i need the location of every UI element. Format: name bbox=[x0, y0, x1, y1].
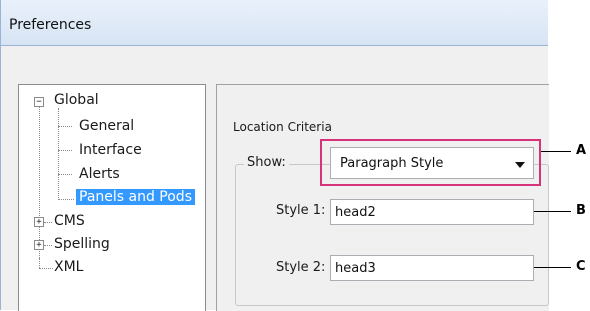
tree-connector bbox=[58, 199, 74, 200]
tree-connector bbox=[39, 106, 40, 258]
show-label: Show: bbox=[244, 155, 289, 170]
section-title: Location Criteria bbox=[233, 120, 332, 134]
tree-connector bbox=[44, 245, 52, 246]
tree-item-panels-and-pods[interactable]: Panels and Pods bbox=[76, 189, 195, 205]
tree-connector bbox=[44, 222, 52, 223]
tree-item-global[interactable]: Global bbox=[54, 92, 99, 108]
style1-input[interactable]: head2 bbox=[330, 199, 534, 225]
style2-label: Style 2: bbox=[276, 260, 326, 275]
callout-line-a bbox=[541, 151, 571, 152]
window-title: Preferences bbox=[9, 17, 92, 33]
tree-connector bbox=[58, 174, 72, 175]
title-bar: Preferences bbox=[0, 0, 548, 46]
tree-item-interface[interactable]: Interface bbox=[79, 142, 142, 158]
tree-connector bbox=[39, 268, 53, 269]
tree-item-alerts[interactable]: Alerts bbox=[79, 166, 120, 182]
callout-line-c bbox=[534, 267, 571, 268]
collapse-global-icon[interactable]: − bbox=[34, 97, 44, 107]
callout-a: A bbox=[576, 143, 587, 158]
callout-b: B bbox=[576, 203, 586, 218]
tree-item-xml[interactable]: XML bbox=[54, 259, 83, 275]
expand-cms-icon[interactable]: + bbox=[34, 217, 44, 227]
tree-connector bbox=[58, 108, 59, 200]
callout-line-b bbox=[534, 211, 571, 212]
tree-connector bbox=[58, 126, 72, 127]
callout-highlight-box bbox=[320, 139, 541, 186]
tree-connector bbox=[39, 258, 40, 268]
window-border bbox=[0, 0, 1, 310]
style1-label: Style 1: bbox=[276, 203, 326, 218]
callout-c: C bbox=[576, 259, 586, 274]
tree-item-cms[interactable]: CMS bbox=[54, 213, 85, 229]
tree-item-spelling[interactable]: Spelling bbox=[54, 236, 110, 252]
tree-connector bbox=[58, 150, 72, 151]
style2-input[interactable]: head3 bbox=[330, 255, 534, 281]
tree-item-general[interactable]: General bbox=[79, 118, 134, 134]
expand-spelling-icon[interactable]: + bbox=[34, 240, 44, 250]
